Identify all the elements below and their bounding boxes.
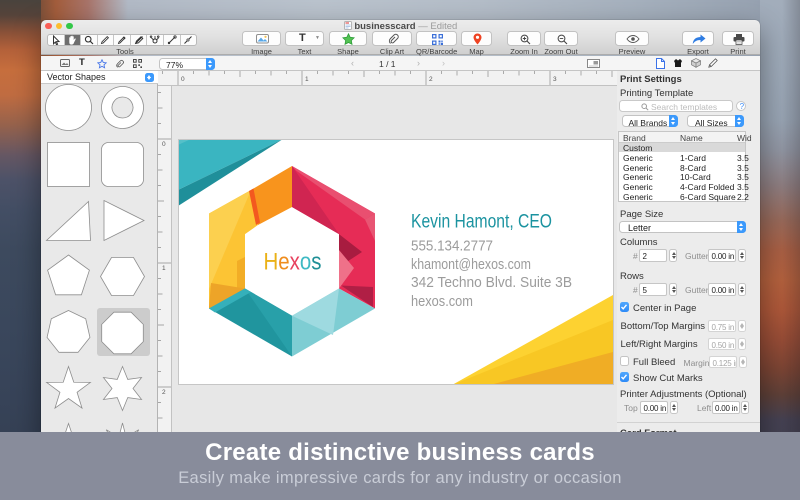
svg-text:hexos.com: hexos.com	[411, 294, 473, 310]
svg-text:Kevin Hamont, CEO: Kevin Hamont, CEO	[411, 212, 552, 233]
svg-text:342 Techno Blvd. Suite 3B: 342 Techno Blvd. Suite 3B	[411, 275, 572, 291]
svg-text:555.134.2777: 555.134.2777	[411, 239, 493, 255]
svg-text:khamont@hexos.com: khamont@hexos.com	[411, 257, 531, 273]
svg-text:Hexos: Hexos	[264, 248, 322, 275]
